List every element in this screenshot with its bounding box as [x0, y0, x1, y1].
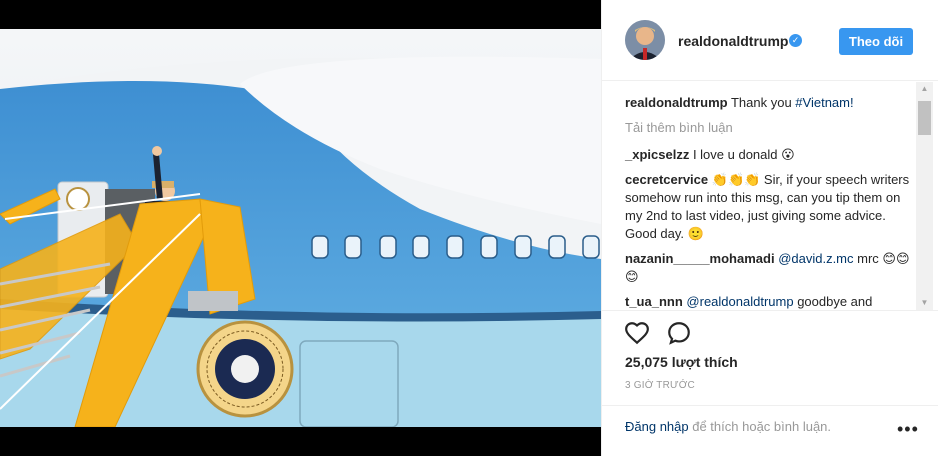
comment-bubble-icon[interactable]: [666, 320, 692, 346]
scroll-thumb[interactable]: [918, 101, 931, 135]
login-prompt-text: để thích hoặc bình luận.: [688, 419, 832, 434]
comment-username[interactable]: t_ua_nnn: [625, 294, 683, 309]
post-photo: [0, 29, 601, 427]
comment-username[interactable]: nazanin_____mohamadi: [625, 251, 775, 266]
caption-text: Thank you: [730, 95, 796, 110]
avatar-image: [625, 20, 665, 60]
caption: realdonaldtrump Thank you #Vietnam!: [625, 94, 912, 112]
login-link[interactable]: Đăng nhập: [625, 419, 689, 434]
post-footer: Đăng nhập để thích hoặc bình luận. •••: [602, 405, 938, 456]
comment-item: nazanin_____mohamadi @david.z.mc mrc 😊😊😊: [625, 250, 912, 286]
post-side-panel: realdonaldtrump ✓ Theo dõi realdonaldtru…: [601, 0, 938, 456]
caption-username[interactable]: realdonaldtrump: [625, 95, 728, 110]
comment-mention[interactable]: @realdonaldtrump: [686, 294, 793, 309]
follow-button[interactable]: Theo dõi: [839, 28, 913, 55]
verified-icon: ✓: [789, 34, 802, 47]
comment-username[interactable]: cecretcervice: [625, 172, 708, 187]
likes-count[interactable]: 25,075 lượt thích: [625, 354, 738, 370]
heart-icon[interactable]: [624, 320, 650, 346]
comment-text: I love u donald 😮: [689, 147, 795, 162]
comment-item: t_ua_nnn @realdonaldtrump goodbye and: [625, 293, 912, 310]
comment-text: goodbye and: [793, 294, 873, 309]
comment-item: _xpicselzz I love u donald 😮: [625, 146, 912, 164]
post-header: realdonaldtrump ✓ Theo dõi: [602, 0, 938, 81]
comments-section[interactable]: realdonaldtrump Thank you #Vietnam! Tải …: [602, 82, 938, 310]
avatar[interactable]: [625, 20, 665, 60]
post-timestamp[interactable]: 3 GIỜ TRƯỚC: [625, 380, 695, 391]
photo-area: [0, 0, 601, 456]
load-more-comments-link[interactable]: Tải thêm bình luận: [625, 119, 912, 137]
scroll-down-arrow[interactable]: ▼: [916, 296, 933, 310]
air-force-one-photo: [0, 29, 601, 427]
login-prompt: Đăng nhập để thích hoặc bình luận.: [625, 419, 831, 434]
post-username[interactable]: realdonaldtrump: [678, 33, 788, 49]
comments-scrollbar[interactable]: ▲ ▼: [916, 82, 933, 310]
comment-item: cecretcervice 👏👏👏 Sir, if your speech wr…: [625, 171, 912, 243]
post-actions: 25,075 lượt thích 3 GIỜ TRƯỚC: [602, 310, 938, 391]
caption-hashtag[interactable]: #Vietnam!: [795, 95, 853, 110]
comment-username[interactable]: _xpicselzz: [625, 147, 689, 162]
more-options-icon[interactable]: •••: [897, 420, 919, 438]
comment-mention[interactable]: @david.z.mc: [778, 251, 853, 266]
scroll-up-arrow[interactable]: ▲: [916, 82, 933, 96]
